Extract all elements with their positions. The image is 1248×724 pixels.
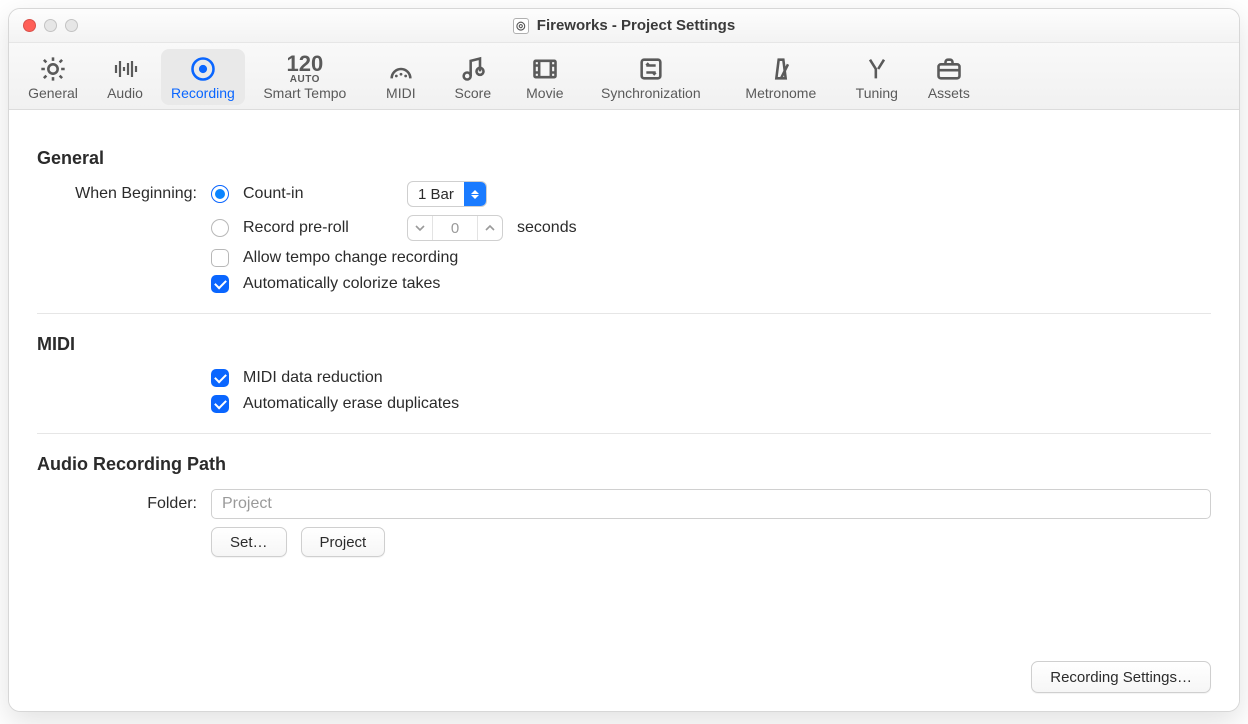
content-area: General When Beginning: Count-in 1 Bar R… [9,110,1239,711]
tab-audio[interactable]: Audio [89,49,161,105]
when-beginning-label: When Beginning: [37,185,197,203]
toolbar: General Audio Recording 120 AUTO Smart [9,43,1239,110]
tab-assets-label: Assets [928,85,970,101]
checkbox-auto-colorize-takes[interactable] [211,275,229,293]
stepper-down-icon[interactable] [408,216,432,240]
midi-data-reduction-label: MIDI data reduction [243,369,383,387]
window-title: ◎ Fireworks - Project Settings [9,17,1239,34]
tuning-fork-icon [863,55,891,83]
chevron-up-down-icon [464,182,486,206]
waveform-icon [110,55,140,83]
tab-movie[interactable]: Movie [509,49,581,105]
smart-tempo-icon: 120 AUTO [286,55,323,83]
count-in-popup[interactable]: 1 Bar [407,181,487,207]
tab-smart-tempo-label: Smart Tempo [263,85,346,101]
stepper-up-icon[interactable] [478,216,502,240]
project-settings-window: ◎ Fireworks - Project Settings General A… [8,8,1240,712]
tab-metronome-label: Metronome [745,85,816,101]
auto-colorize-label: Automatically colorize takes [243,275,440,293]
radio-preroll-label: Record pre-roll [243,219,393,237]
tab-recording[interactable]: Recording [161,49,245,105]
radio-record-preroll[interactable] [211,219,229,237]
folder-path-value: Project [222,495,272,513]
film-icon [531,55,559,83]
tab-assets[interactable]: Assets [913,49,985,105]
tab-smart-tempo[interactable]: 120 AUTO Smart Tempo [245,49,365,105]
folder-path-field[interactable]: Project [211,489,1211,519]
tab-tuning-label: Tuning [856,85,898,101]
gear-icon [39,55,67,83]
radio-count-in[interactable] [211,185,229,203]
recording-settings-button[interactable]: Recording Settings… [1031,661,1211,693]
metronome-icon [767,55,795,83]
checkbox-allow-tempo-change[interactable] [211,249,229,267]
score-icon [459,55,487,83]
tab-movie-label: Movie [526,85,563,101]
titlebar: ◎ Fireworks - Project Settings [9,9,1239,43]
window-title-text: Fireworks - Project Settings [537,17,735,34]
close-window-button[interactable] [23,19,36,32]
preroll-value: 0 [432,216,478,240]
tab-recording-label: Recording [171,85,235,101]
preroll-seconds-stepper[interactable]: 0 [407,215,503,241]
count-in-value: 1 Bar [408,186,464,203]
zoom-window-button[interactable] [65,19,78,32]
preroll-unit-label: seconds [517,219,577,237]
midi-icon [387,55,415,83]
radio-count-in-label: Count-in [243,185,393,203]
tab-general-label: General [28,85,78,101]
tab-audio-label: Audio [107,85,143,101]
tab-synchronization[interactable]: Synchronization [581,49,721,105]
tab-midi-label: MIDI [386,85,416,101]
checkbox-auto-erase-duplicates[interactable] [211,395,229,413]
briefcase-icon [935,55,963,83]
section-title-general: General [37,148,1211,169]
minimize-window-button[interactable] [44,19,57,32]
tab-midi[interactable]: MIDI [365,49,437,105]
auto-erase-duplicates-label: Automatically erase duplicates [243,395,459,413]
tab-tuning[interactable]: Tuning [841,49,913,105]
tab-score[interactable]: Score [437,49,509,105]
tab-metronome[interactable]: Metronome [721,49,841,105]
record-icon [189,55,217,83]
set-folder-button[interactable]: Set… [211,527,287,557]
checkbox-midi-data-reduction[interactable] [211,369,229,387]
section-title-midi: MIDI [37,334,1211,355]
sync-icon [637,55,665,83]
section-title-audio-path: Audio Recording Path [37,454,1211,475]
project-folder-button[interactable]: Project [301,527,386,557]
tab-score-label: Score [455,85,492,101]
tab-general[interactable]: General [17,49,89,105]
project-icon: ◎ [513,18,529,34]
divider [37,313,1211,314]
window-traffic-lights [9,19,78,32]
folder-label: Folder: [37,495,197,513]
allow-tempo-change-label: Allow tempo change recording [243,249,458,267]
divider [37,433,1211,434]
tab-sync-label: Synchronization [601,85,701,101]
